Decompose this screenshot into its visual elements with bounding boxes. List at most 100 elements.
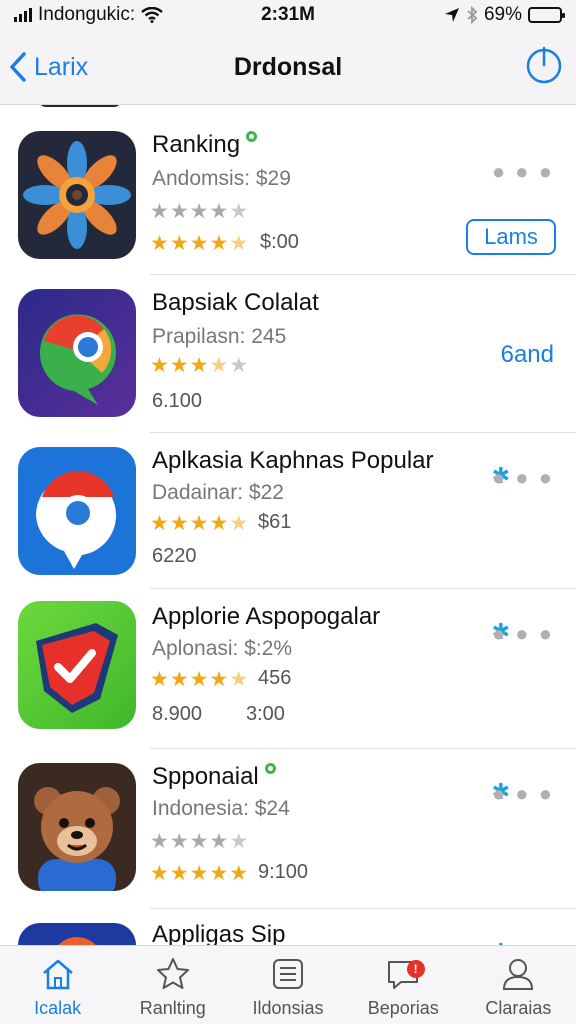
star-icon: ★ [209,668,230,691]
rating-stars: ★★★★★ [150,231,249,256]
rating-count: 9:100 [258,861,309,883]
star-icon: ★ [229,200,250,223]
star-icon: ★ [189,354,210,377]
app-subtitle: Dadainar: $22 [152,481,284,504]
app-subtitle: Indonesia: $24 [152,797,290,820]
carrier-label: Indongukic: [38,4,136,25]
previous-app-icon-edge [38,105,122,107]
star-icon: ★ [229,862,250,885]
star-icon: ★ [189,862,210,885]
rating-stars-secondary: ★★★★★ [150,829,249,854]
tab-label: Claraias [485,998,552,1018]
star-icon: ★ [229,354,250,377]
star-icon: ★ [150,512,170,535]
tab-indonesias[interactable]: Ildonsias [230,946,345,1024]
back-button[interactable]: Larix [8,51,88,83]
star-icon: ★ [209,830,230,853]
list-item[interactable]: Spponaial Indonesia: $24 ★★★★★ ★★★★★ 9:1… [0,749,576,909]
app-icon-partial [18,923,136,945]
star-icon [156,958,189,989]
app-icon-shield [18,601,136,729]
tab-reports[interactable]: ! Beporias [346,946,461,1024]
star-icon: ★ [189,512,210,535]
power-button[interactable] [524,45,564,90]
star-icon: ★ [209,200,230,223]
status-bar: Indongukic: 2:31M 69% [0,0,576,30]
tab-bar: Icalak Ranlting Ildonsias ! Beporias Cla… [0,945,576,1024]
star-icon: ★ [189,200,210,223]
star-icon: ★ [169,830,190,853]
get-button[interactable]: Lams [466,219,556,255]
app-name: Bapsiak Colalat [152,289,319,316]
rating-count: 456 [258,667,292,689]
location-icon [444,8,459,22]
more-options-icon[interactable]: ● ● ● [492,781,554,807]
list-item[interactable]: Applorie Aspopogalar Aplonasi: $:2% ★★★★… [0,589,576,749]
app-icon-browser [18,447,136,575]
status-dot-icon [264,763,276,774]
person-icon [503,959,534,990]
signal-icon [14,8,32,22]
app-name: Spponaial [152,763,276,791]
open-button[interactable]: 6and [501,341,554,369]
rating-stars: ★★★★★ [150,353,249,378]
app-price: $:00 [260,231,299,253]
tab-label: Ranlting [139,998,206,1018]
power-icon [526,46,562,83]
star-icon: ★ [189,830,210,853]
tab-profile[interactable]: Claraias [461,946,576,1024]
app-name: Aplkasia Kaphnas Popular [152,447,434,474]
more-options-icon[interactable]: ● ● ● [492,159,554,185]
star-icon: ★ [189,668,210,691]
star-icon: ★ [209,354,230,377]
list-item[interactable]: Appligas Sip ✱ ● ● ● [0,909,576,945]
rating-count: $61 [258,511,292,533]
back-label: Larix [34,52,89,81]
star-icon: ★ [150,668,170,691]
app-icon-flower [18,131,136,259]
app-name: Ranking [152,131,258,159]
app-list: Ranking Andomsis: $29 ★★★★★ ★★★★★ $:00 ●… [0,105,576,945]
rating-stars: ★★★★★ [150,667,249,692]
tab-label: Beporias [367,998,439,1018]
star-icon: ★ [150,200,170,223]
more-options-icon[interactable]: ● ● ● [492,621,554,647]
star-icon: ★ [229,232,250,255]
star-icon: ★ [229,830,250,853]
app-price: 6.100 [152,390,203,412]
notification-badge: ! [406,960,425,978]
star-icon: ★ [209,232,230,255]
app-price: 6220 [152,545,197,567]
star-icon: ★ [229,512,250,535]
battery-percent: 69% [483,4,522,25]
rating-stars-secondary: ★★★★★ [150,199,249,224]
app-subtitle: Aplonasi: $:2% [152,637,293,660]
star-icon: ★ [169,354,190,377]
list-item[interactable]: Aplkasia Kaphnas Popular Dadainar: $22 ★… [0,433,576,589]
app-price: 8.900 [152,703,203,725]
status-dot-icon [246,131,258,142]
app-name: Applorie Aspopogalar [152,603,381,630]
app-size: 3:00 [246,703,285,725]
star-icon: ★ [169,232,190,255]
app-subtitle: Prapilasn: 245 [152,325,287,348]
list-icon [273,959,303,989]
app-subtitle: Andomsis: $29 [152,167,291,190]
star-icon: ★ [169,862,190,885]
navigation-bar: Larix Drdonsal [0,30,576,105]
tab-label: Icalak [34,998,82,1018]
star-icon: ★ [169,200,190,223]
app-icon-chat-bubble [18,289,136,417]
wifi-icon [141,7,163,23]
chevron-left-icon [10,52,26,82]
star-icon: ★ [209,862,230,885]
star-icon: ★ [189,232,210,255]
bluetooth-icon [467,6,478,24]
tab-home[interactable]: Icalak [0,946,115,1024]
more-options-icon[interactable]: ● ● ● [492,465,554,491]
list-item[interactable]: Ranking Andomsis: $29 ★★★★★ ★★★★★ $:00 ●… [0,115,576,275]
tab-ranking[interactable]: Ranlting [115,946,230,1024]
tab-label: Ildonsias [252,998,324,1018]
list-item[interactable]: Bapsiak Colalat Prapilasn: 245 ★★★★★ 6.1… [0,275,576,433]
rating-stars: ★★★★★ [150,511,249,536]
